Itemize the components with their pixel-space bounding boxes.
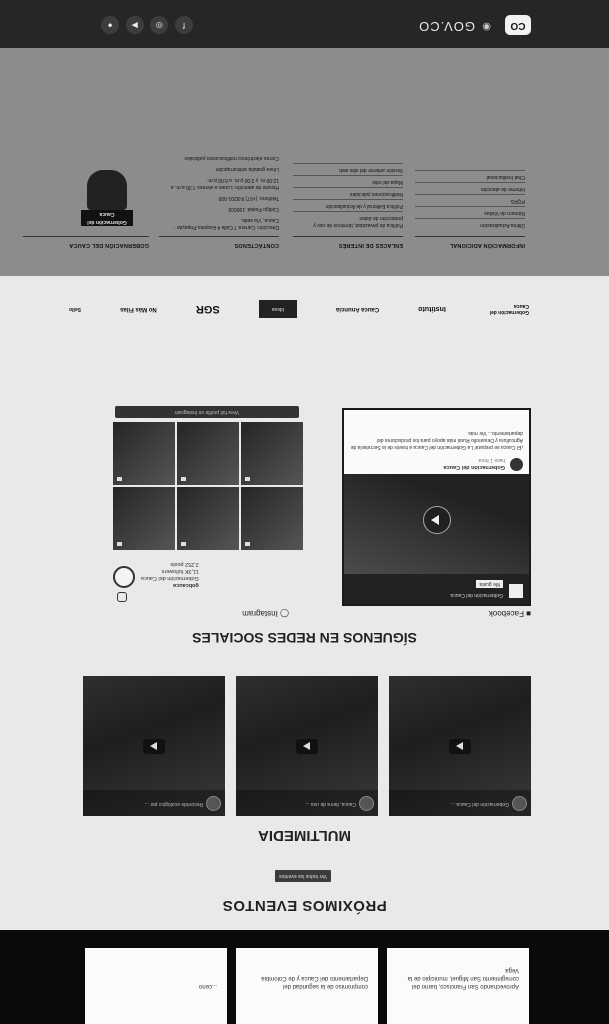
footer-column-title: ENLACES DE INTERÉS xyxy=(293,236,403,248)
footer-link[interactable]: Mapa del sitio xyxy=(293,175,403,187)
post-time: hace 1 hora xyxy=(478,457,505,463)
like-button[interactable]: Me gusta xyxy=(476,580,503,588)
footer-link[interactable]: Informe de atención xyxy=(415,182,525,194)
instagram-post[interactable] xyxy=(177,422,239,485)
facebook-label-text: Facebook xyxy=(488,609,524,618)
contact-phone: Teléfono: (+57) 8-8201-900 xyxy=(218,195,279,201)
instagram-post[interactable] xyxy=(177,487,239,550)
facebook-page-header[interactable]: Gobernación del Cauca Me gusta xyxy=(344,574,529,604)
footer-link[interactable]: Política Editorial y de Actualización xyxy=(293,199,403,211)
instagram-name: Gobernación del Cauca xyxy=(141,575,199,581)
instagram-grid xyxy=(113,422,303,550)
instagram-icon[interactable]: ◎ xyxy=(150,16,169,34)
video-card[interactable]: Recorrido ecológico por ... xyxy=(83,676,225,816)
gobernacion-emblem-icon: Gobernación del Cauca xyxy=(75,154,139,234)
video-meta: Cauca, tierra de uva ... xyxy=(236,790,378,816)
play-icon[interactable] xyxy=(296,739,318,754)
social-links: f ◎ ▶ ● xyxy=(101,14,193,34)
video-meta: Recorrido ecológico por ... xyxy=(83,790,225,816)
news-strip: Aprovechando San Francisco, barrio del c… xyxy=(0,930,609,1024)
footer-link[interactable]: Número de Visitas xyxy=(415,206,525,218)
avatar xyxy=(113,566,135,588)
footer-link[interactable]: Notificaciones judiciales xyxy=(293,187,403,199)
post-text: ¡El Cauca se prepara! La Gobernación del… xyxy=(350,430,523,450)
partner-logos: Gobernación del Cauca Instituto Cauca An… xyxy=(69,294,529,324)
channel-logo-icon xyxy=(359,796,374,811)
facebook-post: Gobernación del Cauca hace 1 hora ¡El Ca… xyxy=(344,408,529,474)
emblem-caption: Gobernación del Cauca xyxy=(81,210,133,226)
instagram-label-text: Instagram xyxy=(242,609,278,618)
govco-separator-icon: ◉ xyxy=(482,21,491,32)
instagram-label: ◯ Instagram xyxy=(242,609,289,618)
instagram-icon[interactable] xyxy=(117,592,127,602)
footer-link[interactable]: Política de privacidad, términos de uso … xyxy=(293,211,403,230)
page-logo-icon xyxy=(509,584,523,598)
contact-email[interactable]: Correo electrónico notificaciones judici… xyxy=(159,154,280,161)
video-card[interactable]: Gobernación del Cauca ... xyxy=(389,676,531,816)
multimedia-title: MULTIMEDIA xyxy=(257,827,352,844)
footer-column-title: INFORMACIÓN ADICIONAL xyxy=(415,236,525,248)
news-card[interactable]: Aprovechando San Francisco, barrio del c… xyxy=(387,948,529,1024)
facebook-icon[interactable]: f xyxy=(175,16,193,34)
channel-logo-icon xyxy=(512,796,527,811)
instagram-post[interactable] xyxy=(113,422,175,485)
video-meta: Gobernación del Cauca ... xyxy=(389,790,531,816)
footer-column-title: CONTÁCTENOS xyxy=(159,236,279,248)
facebook-label: ■ Facebook xyxy=(488,609,531,618)
govco-logo[interactable]: CO xyxy=(505,15,531,35)
contact-address: Dirección: Carrera 7 Calle 4 Esquina Pop… xyxy=(173,217,279,230)
footer-link[interactable]: Versión anterior del sitio web xyxy=(293,163,403,175)
news-card[interactable]: compromiso de la seguridad del Departame… xyxy=(236,948,378,1024)
footer-column-info: INFORMACIÓN ADICIONAL Última Actualizaci… xyxy=(415,170,525,248)
instagram-handle: gobcauca xyxy=(173,582,199,588)
footer-link[interactable]: PQRS xyxy=(415,194,525,206)
footer-column-title: GOBERNACIÓN DEL CAUCA xyxy=(23,236,149,248)
facebook-page-name: Gobernación del Cauca xyxy=(450,592,503,598)
instagram-post[interactable] xyxy=(113,487,175,550)
govco-brand[interactable]: GOV.CO xyxy=(418,19,475,34)
facebook-widget[interactable]: Gobernación del Cauca Me gusta Gobernaci… xyxy=(342,408,531,606)
contact-hotline[interactable]: Línea gratuita anticorrupción xyxy=(159,165,279,172)
instagram-followers: 11,3K followers xyxy=(161,568,199,574)
partner-logo[interactable]: Ideas xyxy=(258,300,297,318)
footer-column-links: ENLACES DE INTERÉS Política de privacida… xyxy=(293,163,403,248)
partner-logo[interactable]: No Más Filas xyxy=(120,298,157,320)
events-title: PRÓXIMOS EVENTOS xyxy=(222,897,387,914)
partner-logo[interactable]: Sello xyxy=(69,298,81,320)
play-icon[interactable] xyxy=(423,506,451,534)
contact-postal: Código Postal: 190003 xyxy=(228,206,279,212)
govco-topbar: f ◎ ▶ ● CO ◉ GOV.CO xyxy=(0,0,609,48)
news-card-text: ...ceno xyxy=(198,983,217,989)
instagram-post[interactable] xyxy=(241,487,303,550)
play-icon[interactable] xyxy=(143,739,165,754)
news-card-text: compromiso de la seguridad del Departame… xyxy=(261,975,368,989)
instagram-posts: 2,252 posts xyxy=(170,561,199,567)
news-card[interactable]: ...ceno xyxy=(85,948,227,1024)
contact-hours: Horario de atención: Lunes a viernes 7:3… xyxy=(170,177,279,190)
youtube-icon[interactable]: ▶ xyxy=(125,16,144,34)
partner-logo[interactable]: Gobernación del Cauca xyxy=(485,298,529,320)
play-icon[interactable] xyxy=(449,739,471,754)
partner-logo[interactable]: Instituto xyxy=(418,298,446,320)
page-root: Aprovechando San Francisco, barrio del c… xyxy=(0,0,609,1024)
footer-column-contact: CONTÁCTENOS Dirección: Carrera 7 Calle 4… xyxy=(159,150,279,248)
flickr-icon[interactable]: ● xyxy=(101,16,120,34)
instagram-profile[interactable]: gobcauca Gobernación del Cauca 11,3K fol… xyxy=(113,548,303,588)
events-button[interactable]: Ver todos los eventos xyxy=(275,870,331,882)
footer: INFORMACIÓN ADICIONAL Última Actualizaci… xyxy=(0,48,609,276)
partner-logo[interactable]: SGR xyxy=(196,298,220,320)
post-author[interactable]: Gobernación del Cauca xyxy=(350,463,523,470)
channel-logo-icon xyxy=(206,796,221,811)
footer-link[interactable]: Chat Institucional xyxy=(415,170,525,182)
partner-logo[interactable]: Cauca Anuncia xyxy=(336,298,379,320)
footer-link[interactable]: Última Actualización xyxy=(415,218,525,230)
instagram-profile-button[interactable]: View full profile on Instagram xyxy=(115,406,299,418)
social-title: SÍGUENOS EN REDES SOCIALES xyxy=(192,630,417,646)
instagram-post[interactable] xyxy=(241,422,303,485)
shield-icon xyxy=(87,170,127,210)
video-card[interactable]: Cauca, tierra de uva ... xyxy=(236,676,378,816)
news-card-text: Aprovechando San Francisco, barrio del c… xyxy=(407,967,519,989)
